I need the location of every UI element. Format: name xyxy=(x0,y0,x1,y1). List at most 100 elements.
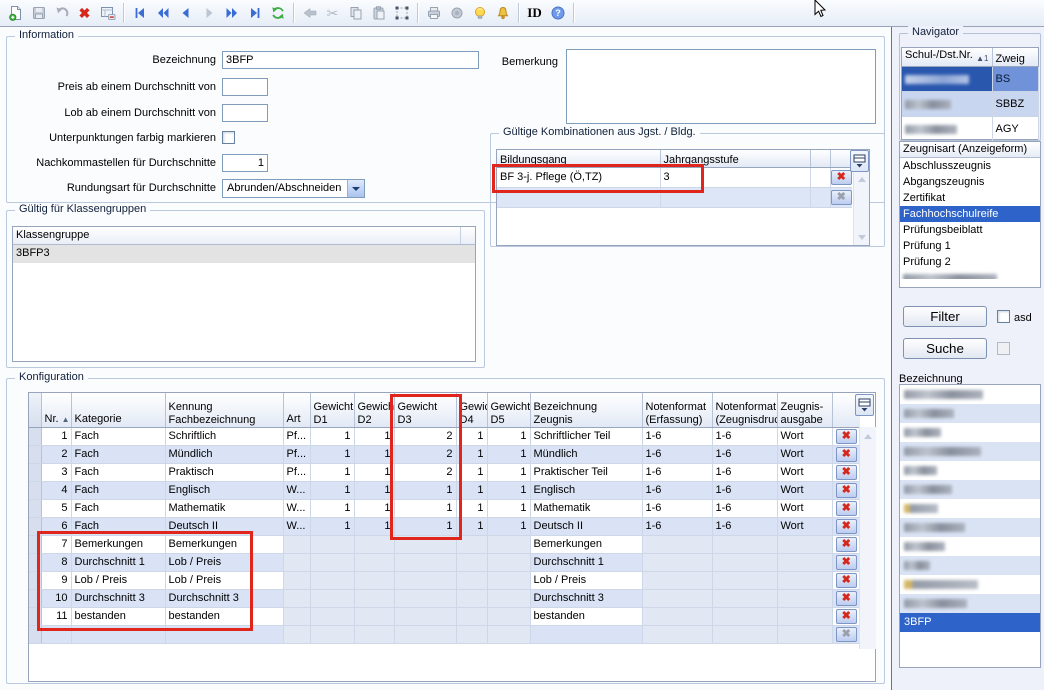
notenformat-zeugnisdruck-cell xyxy=(712,589,777,607)
column-chooser-button[interactable] xyxy=(855,394,874,416)
zeugnisart-item[interactable] xyxy=(900,270,1040,279)
zeugnisart-item[interactable]: Prüfungsbeiblatt xyxy=(900,222,1040,238)
delete-row-button[interactable]: ✖ xyxy=(836,555,857,570)
delete-row-button[interactable]: ✖ xyxy=(836,609,857,624)
unterpunktungen-checkbox[interactable] xyxy=(222,131,235,144)
column-header-zweig[interactable]: Zweig xyxy=(992,48,1038,67)
redacted-item xyxy=(904,428,941,437)
konfiguration-column-header[interactable]: GewichtD2 xyxy=(354,393,394,427)
konfiguration-column-header[interactable]: Notenformat(Zeugnisdruck) xyxy=(712,393,777,427)
bezeichnung-list-item[interactable] xyxy=(900,480,1040,499)
delete-row-button[interactable]: ✖ xyxy=(836,429,857,444)
column-header-schulnr[interactable]: Schul-/Dst.Nr.▲1 xyxy=(902,48,992,67)
navigator-row[interactable]: SBBZ xyxy=(902,92,1038,117)
zeugnisart-item[interactable]: Abgangszeugnis xyxy=(900,174,1040,190)
navigator-row[interactable]: AGY xyxy=(902,117,1038,142)
preis-input[interactable] xyxy=(222,78,268,96)
nachkommastellen-input[interactable] xyxy=(222,154,268,172)
bemerkung-textarea[interactable] xyxy=(566,49,876,124)
chevron-down-icon[interactable] xyxy=(347,180,364,197)
bezeichnung-list-item[interactable]: 3BFP xyxy=(900,613,1040,632)
bezeichnung-list-item[interactable] xyxy=(900,461,1040,480)
rundungsart-select[interactable]: Abrunden/Abschneiden xyxy=(222,179,365,198)
header-line2: Zeugnis xyxy=(534,414,573,426)
delete-row-button[interactable]: ✖ xyxy=(836,519,857,534)
delete-button[interactable]: ✖ xyxy=(73,2,96,25)
id-button[interactable]: ID xyxy=(523,2,546,25)
zeugnisart-list-header[interactable]: Zeugnisart (Anzeigeform) xyxy=(900,142,1040,158)
nav-prev-button[interactable] xyxy=(174,2,197,25)
redacted-item xyxy=(904,485,952,494)
delete-row-button[interactable]: ✖ xyxy=(836,483,857,498)
bezeichnung-list-item[interactable] xyxy=(900,575,1040,594)
konfiguration-column-header[interactable]: KennungFachbezeichnung xyxy=(165,393,283,427)
delete-row-button[interactable]: ✖ xyxy=(836,627,857,642)
help-button[interactable]: ? xyxy=(546,2,569,25)
delete-row-button[interactable]: ✖ xyxy=(836,465,857,480)
bezeichnung-list-item[interactable] xyxy=(900,404,1040,423)
redacted-item xyxy=(904,390,983,399)
konfiguration-column-header[interactable]: Notenformat(Erfassung) xyxy=(642,393,712,427)
konfiguration-column-header[interactable]: BezeichnungZeugnis xyxy=(530,393,642,427)
annotation-box-gewicht-d3-column xyxy=(390,394,462,540)
delete-row-button[interactable]: ✖ xyxy=(831,190,852,205)
delete-row-button[interactable]: ✖ xyxy=(836,537,857,552)
notification-button[interactable] xyxy=(491,2,514,25)
nav-first-button[interactable] xyxy=(128,2,151,25)
konfiguration-column-header[interactable]: Art xyxy=(283,393,310,427)
scroll-down-icon[interactable] xyxy=(854,230,869,245)
bezeichnung-list-item[interactable] xyxy=(900,442,1040,461)
bezeichnung-list-item[interactable] xyxy=(900,518,1040,537)
konfiguration-column-header[interactable]: Nr.▲ xyxy=(41,393,71,427)
bezeichnung-list-item[interactable] xyxy=(900,594,1040,613)
paste-icon xyxy=(371,5,387,21)
column-header-klassengruppe[interactable]: Klassengruppe xyxy=(13,227,475,245)
bezeichnung-list-item[interactable] xyxy=(900,556,1040,575)
bezeichnung-list-item[interactable] xyxy=(900,537,1040,556)
column-chooser-button[interactable] xyxy=(850,150,869,172)
zeugnisart-item[interactable]: Fachhochschulreife xyxy=(900,206,1040,222)
bezeichnung-zeugnis-cell xyxy=(530,625,642,643)
konfiguration-column-header[interactable]: GewichtD5 xyxy=(487,393,530,427)
asd-checkbox[interactable] xyxy=(997,310,1010,323)
konfiguration-column-header[interactable]: GewichtD1 xyxy=(310,393,354,427)
sort-ascending-icon: ▲ xyxy=(62,415,70,424)
navigator-row[interactable]: BS xyxy=(902,67,1038,92)
nav-fast-prev-button[interactable] xyxy=(151,2,174,25)
zeugnisart-item[interactable]: Prüfung 1 xyxy=(900,238,1040,254)
refresh-button[interactable] xyxy=(266,2,289,25)
bezeichnung-list-item[interactable] xyxy=(900,385,1040,404)
bezeichnung-input[interactable] xyxy=(222,51,479,69)
nav-last-button[interactable] xyxy=(243,2,266,25)
gewicht-d3-cell xyxy=(394,607,456,625)
kennung-cell: Englisch xyxy=(165,481,283,499)
delete-row-button[interactable]: ✖ xyxy=(836,591,857,606)
lob-input[interactable] xyxy=(222,104,268,122)
konfiguration-column-header[interactable]: Kategorie xyxy=(71,393,165,427)
gewicht-d2-cell xyxy=(354,607,394,625)
kombinationen-scrollbar[interactable] xyxy=(853,172,869,245)
delete-row-button[interactable]: ✖ xyxy=(836,447,857,462)
gewicht-d3-cell xyxy=(394,553,456,571)
konfiguration-scrollbar[interactable] xyxy=(859,427,876,649)
scroll-up-icon[interactable] xyxy=(854,172,869,187)
klassengruppe-row[interactable]: 3BFP3 xyxy=(13,245,475,263)
scroll-up-icon[interactable] xyxy=(860,429,876,444)
delete-row-button[interactable]: ✖ xyxy=(836,501,857,516)
zeugnisart-item[interactable]: Prüfung 2 xyxy=(900,254,1040,270)
new-document-button[interactable] xyxy=(4,2,27,25)
hint-button[interactable] xyxy=(468,2,491,25)
delete-row-button[interactable]: ✖ xyxy=(831,170,852,185)
bezeichnung-list-item[interactable] xyxy=(900,423,1040,442)
zeugnisart-item[interactable]: Abschlusszeugnis xyxy=(900,158,1040,174)
suche-button[interactable]: Suche xyxy=(903,338,987,359)
zeugnisart-item[interactable]: Zertifikat xyxy=(900,190,1040,206)
konfiguration-column-header[interactable]: Zeugnis-ausgabe xyxy=(777,393,832,427)
blank-cell xyxy=(810,167,830,187)
nav-fast-next-button[interactable] xyxy=(220,2,243,25)
bezeichnung-list-item[interactable] xyxy=(900,499,1040,518)
delete-row-button[interactable]: ✖ xyxy=(836,573,857,588)
form-remove-button[interactable] xyxy=(96,2,119,25)
bezeichnung-zeugnis-cell: Durchschnitt 3 xyxy=(530,589,642,607)
filter-button[interactable]: Filter xyxy=(903,306,987,327)
